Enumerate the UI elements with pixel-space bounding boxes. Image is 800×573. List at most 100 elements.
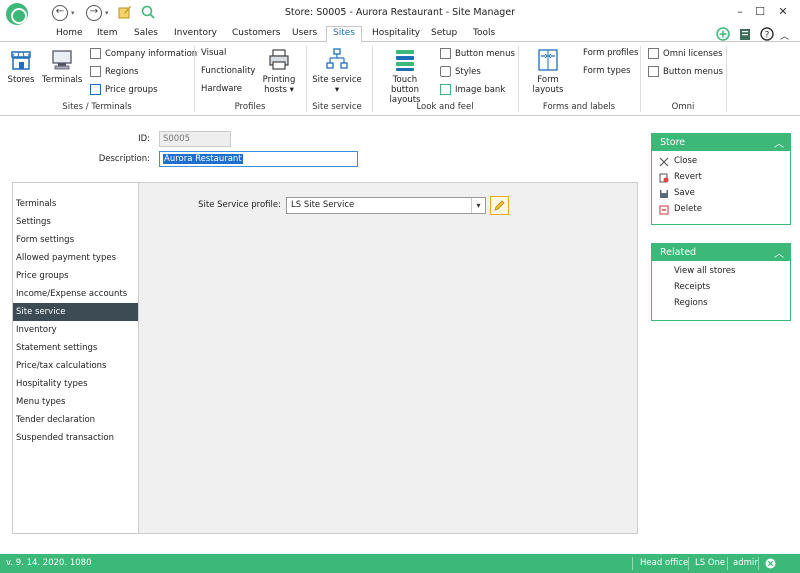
store-actions-panel: Store ︿ Close Revert Save Delete (651, 133, 791, 225)
site-service-button[interactable]: Site service ▾ (312, 48, 362, 95)
svg-text:?: ? (765, 31, 770, 41)
receipts-link[interactable]: Receipts (652, 280, 790, 296)
nav-item-menu-types[interactable]: Menu types (13, 393, 138, 411)
group-label-sites-terminals: Sites / Terminals (62, 102, 132, 112)
printing-hosts-button[interactable]: Printing hosts ▾ (260, 48, 298, 95)
store-detail-panel: Terminals Settings Form settings Allowed… (12, 182, 638, 534)
group-label-omni: Omni (671, 102, 695, 112)
site-service-label: Site service (312, 75, 362, 85)
form-layouts-button[interactable]: Form layouts (522, 48, 574, 95)
nav-item-suspended-transaction[interactable]: Suspended transaction (13, 429, 138, 447)
terminals-button[interactable]: Terminals (42, 48, 82, 85)
nav-item-income-expense-accounts[interactable]: Income/Expense accounts (13, 285, 138, 303)
revert-icon (659, 173, 669, 183)
save-label: Save (674, 188, 695, 198)
store-section-nav: Terminals Settings Form settings Allowed… (13, 183, 139, 533)
product-text: LS One (695, 558, 726, 568)
menu-inventory[interactable]: Inventory (174, 28, 217, 38)
nav-item-settings[interactable]: Settings (13, 213, 138, 231)
regions-button[interactable]: Regions (90, 66, 139, 77)
collapse-icon[interactable]: ︿ (774, 245, 784, 260)
save-button[interactable]: Save (652, 186, 790, 202)
form-types-button[interactable]: Form types (583, 66, 631, 76)
nav-item-terminals[interactable]: Terminals (13, 195, 138, 213)
printing-hosts-label: Printing hosts ▾ (262, 75, 296, 95)
price-groups-button[interactable]: Price groups (90, 84, 158, 95)
group-label-profiles: Profiles (234, 102, 266, 112)
omni-licenses-button[interactable]: Omni licenses (648, 48, 723, 59)
menu-customers[interactable]: Customers (232, 28, 280, 38)
company-information-button[interactable]: Company information (90, 48, 197, 59)
button-menus-button[interactable]: Button menus (440, 48, 515, 59)
nav-item-site-service[interactable]: Site service (13, 303, 138, 321)
close-window-button[interactable]: ✕ (771, 4, 795, 20)
omni-button-menus-label: Button menus (663, 67, 723, 77)
help-icon[interactable]: ? (760, 27, 774, 41)
site-service-profile-label: Site Service profile: (198, 200, 281, 210)
stores-button[interactable]: Stores (6, 48, 36, 85)
site-service-dropdown-icon[interactable]: ▾ (335, 85, 339, 95)
nav-item-form-settings[interactable]: Form settings (13, 231, 138, 249)
maximize-button[interactable]: ☐ (748, 4, 772, 20)
close-circle-icon[interactable] (765, 558, 776, 569)
nav-item-statement-settings[interactable]: Statement settings (13, 339, 138, 357)
nav-item-allowed-payment-types[interactable]: Allowed payment types (13, 249, 138, 267)
printer-icon (269, 49, 289, 70)
delete-label: Delete (674, 204, 702, 214)
view-all-stores-link[interactable]: View all stores (652, 264, 790, 280)
omni-button-menus-button[interactable]: Button menus (648, 66, 723, 77)
status-separator (632, 557, 633, 570)
regions-label: Regions (105, 67, 139, 77)
close-icon (659, 157, 669, 167)
edit-profile-button[interactable] (490, 196, 509, 215)
nav-item-tender-declaration[interactable]: Tender declaration (13, 411, 138, 429)
related-panel-header[interactable]: Related ︿ (652, 244, 790, 261)
menu-sites[interactable]: Sites (326, 26, 362, 43)
hardware-button[interactable]: Hardware (201, 84, 242, 94)
image-bank-button[interactable]: Image bank (440, 84, 505, 95)
group-label-look-and-feel: Look and feel (416, 102, 474, 112)
group-separator (726, 46, 727, 112)
description-value: Aurora Restaurant (163, 154, 243, 164)
user-text: admin (733, 558, 760, 568)
nav-item-inventory[interactable]: Inventory (13, 321, 138, 339)
add-icon[interactable] (716, 27, 730, 41)
license-icon (648, 48, 659, 59)
chevron-down-icon[interactable]: ▾ (471, 198, 485, 213)
functionality-button[interactable]: Functionality (201, 66, 255, 76)
document-icon[interactable] (738, 27, 752, 41)
menu-sales[interactable]: Sales (134, 28, 158, 38)
menu-users[interactable]: Users (292, 28, 317, 38)
styles-button[interactable]: Styles (440, 66, 481, 77)
menu-setup[interactable]: Setup (431, 28, 457, 38)
touch-button-layouts-button[interactable]: Touch button layouts (378, 48, 432, 105)
version-text: v. 9. 14. 2020. 1080 (6, 558, 92, 568)
form-profiles-button[interactable]: Form profiles (583, 48, 638, 58)
nav-item-hospitality-types[interactable]: Hospitality types (13, 375, 138, 393)
status-bar: v. 9. 14. 2020. 1080 Head office LS One … (0, 554, 800, 573)
menu-home[interactable]: Home (56, 28, 83, 38)
company-information-label: Company information (105, 49, 198, 59)
form-layouts-label: Form layouts (532, 75, 564, 95)
revert-button[interactable]: Revert (652, 170, 790, 186)
collapse-icon[interactable]: ︿ (774, 135, 784, 150)
visual-button[interactable]: Visual (201, 48, 226, 58)
store-panel-header[interactable]: Store ︿ (652, 134, 790, 151)
store-icon (11, 51, 31, 70)
site-service-profile-select[interactable]: LS Site Service ▾ (286, 197, 486, 214)
button-menus-label: Button menus (455, 49, 515, 59)
nav-item-price-groups[interactable]: Price groups (13, 267, 138, 285)
regions-link[interactable]: Regions (652, 296, 790, 312)
close-button[interactable]: Close (652, 154, 790, 170)
head-office-text: Head office (640, 558, 689, 568)
pencil-icon (494, 200, 505, 211)
menu-item[interactable]: Item (97, 28, 118, 38)
collapse-ribbon-icon[interactable]: ︿ (780, 29, 789, 42)
delete-button[interactable]: Delete (652, 202, 790, 218)
status-separator (688, 557, 689, 570)
hierarchy-icon (326, 48, 348, 69)
menu-hospitality[interactable]: Hospitality (372, 28, 420, 38)
description-field[interactable]: Aurora Restaurant (159, 151, 358, 167)
menu-tools[interactable]: Tools (473, 28, 495, 38)
nav-item-price-tax-calculations[interactable]: Price/tax calculations (13, 357, 138, 375)
